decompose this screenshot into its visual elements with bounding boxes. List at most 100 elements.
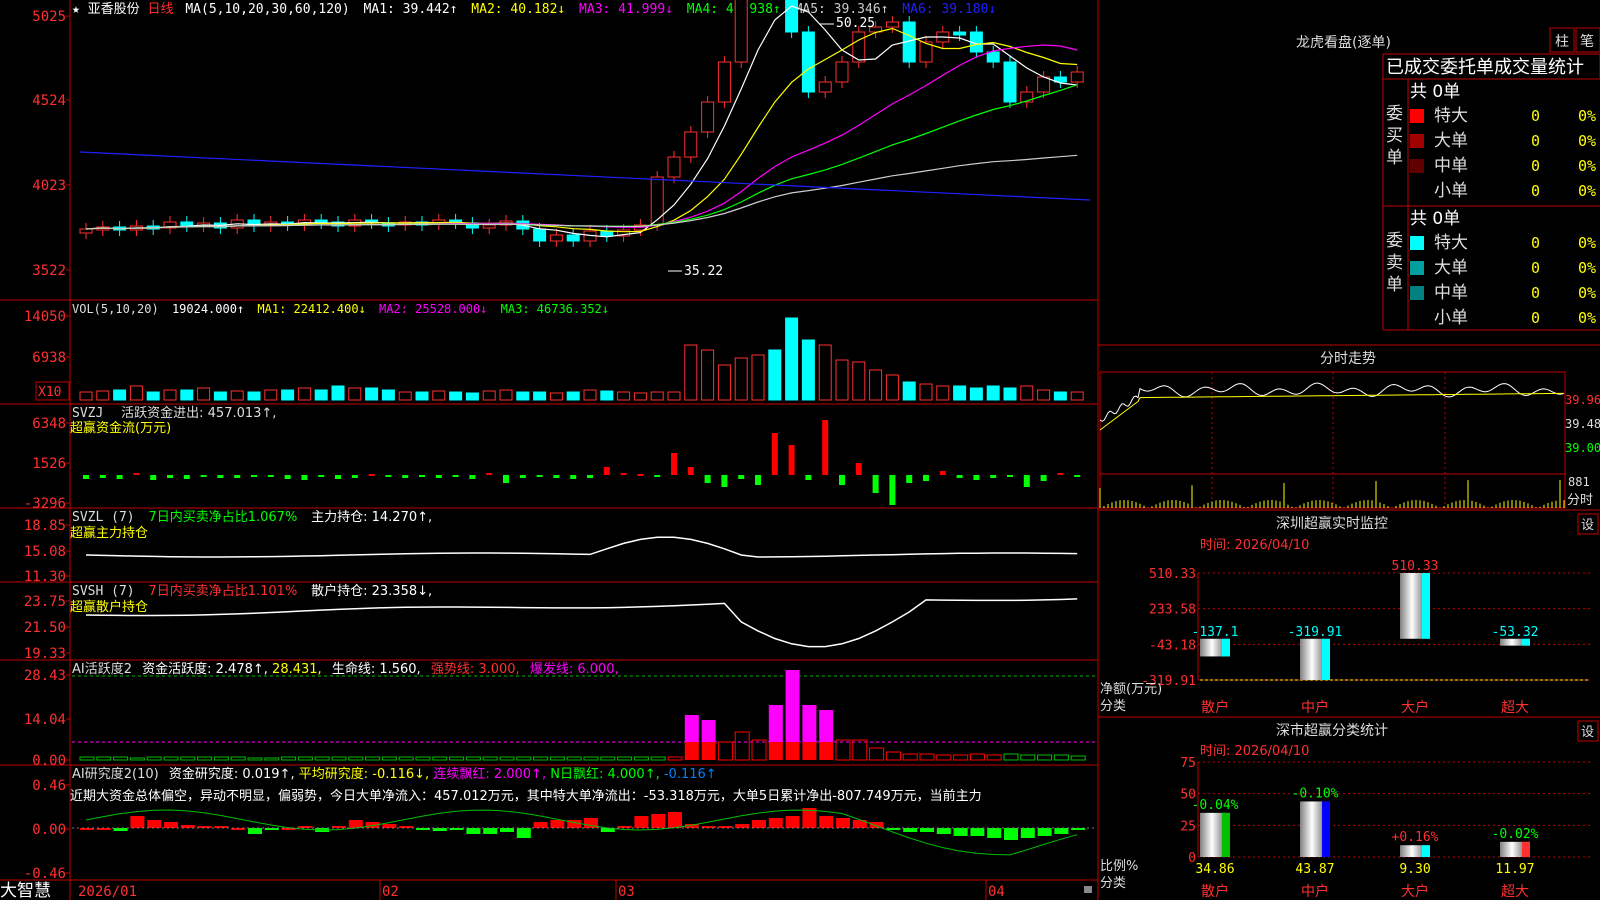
date-label-3: 04 [988, 884, 1005, 900]
lock-icon[interactable] [1084, 886, 1092, 893]
sz-monitor-ytick: 233.58 [1149, 603, 1196, 618]
ai1-bar [717, 741, 733, 761]
svzj-bar [738, 475, 745, 479]
main-chart[interactable]: 5025 4524 4023 3522 ★ 亚香股份 日线 MA(5,10,20,30… [0, 0, 1600, 900]
y-tick-label: 15.08 [24, 544, 66, 560]
ma-line [85, 84, 1078, 230]
ai2-bar [449, 828, 464, 830]
vol-bar [768, 349, 782, 401]
ai2-bar [617, 826, 632, 828]
ai2-bar [432, 828, 447, 831]
ai1-bar [1053, 754, 1069, 761]
sell-row-count: 0 [1531, 234, 1540, 252]
ai1-bar [902, 753, 918, 761]
vol-bar [331, 385, 345, 401]
sz-class-bar-edge [1222, 812, 1230, 857]
ai1-bar-burst [701, 720, 716, 742]
ai1-burst: 爆发线: 6.000, [530, 661, 619, 677]
ai1-bar [1003, 753, 1019, 761]
sz-monitor-settings-label: 设 [1581, 518, 1594, 533]
svsh-ratio: 7日内买卖净占比1.101% [148, 583, 297, 599]
svzj-bar [435, 475, 442, 478]
sz-monitor-bar-edge [1322, 638, 1330, 680]
ai1-bar [852, 739, 868, 761]
svzj-bar [1074, 475, 1081, 477]
vol-bars [79, 317, 1084, 401]
buy-total: 共 0单 [1410, 82, 1460, 102]
sz-monitor-ytick: 510.33 [1149, 567, 1196, 582]
candle [953, 31, 967, 36]
ai2-bar [920, 828, 934, 832]
ai2-bar [466, 828, 481, 834]
ma-line [85, 5, 1078, 238]
svzj-bar [200, 475, 207, 477]
svzj-bar [822, 420, 829, 475]
ai1-bar [835, 739, 851, 761]
vol-bar [449, 391, 463, 401]
bar-mode-label: 柱 [1555, 34, 1569, 50]
svzj-value: 活跃资金进出: 457.013↑, [121, 405, 276, 421]
candle [180, 221, 194, 227]
y-tick-label: 0.46 [32, 778, 66, 794]
ai1-bar [213, 756, 229, 761]
svzj-bar [368, 474, 375, 476]
candle [650, 176, 664, 226]
ai1-bars [79, 670, 1086, 761]
vol-bar [247, 391, 261, 401]
ai2-bar [130, 816, 145, 828]
svzj-bar [855, 463, 862, 475]
y-tick-label: 5025 [32, 9, 66, 25]
svzj-bar [570, 475, 577, 479]
candle [533, 228, 547, 242]
y-tick-label: 3522 [32, 263, 66, 279]
sell-orders: 委卖单 共 0单特大 0 0% 大单 0 0% 中单 0 0% 小单 0 0% [1386, 209, 1596, 328]
ai2-bar [651, 814, 666, 828]
svzl-line-path [85, 536, 1078, 558]
vol-bar [129, 385, 143, 401]
sz-monitor-bar-edge [1422, 573, 1430, 639]
ai2-bar [164, 822, 178, 828]
sz-monitor-chart: 510.33233.58-43.18-319.91-137.1散户-319.91… [1141, 559, 1590, 716]
ai2-line [85, 809, 1078, 856]
ai1-header: AI活跃度2 资金活跃度: 2.478↑, 28.431, 生命线: 1.560… [72, 661, 619, 677]
date-label-1: 02 [382, 884, 399, 900]
ai2-comment: 近期大资金总体偏空，异动不明显，偏弱势，今日大单净流入：457.012万元，其中… [70, 788, 982, 804]
svsh-name: SVSH (7) [72, 584, 135, 599]
vol-unit: X10 [38, 385, 61, 400]
sz-class-bar-edge [1522, 841, 1530, 857]
ma1-value: MA1: 39.442↑ [364, 2, 458, 17]
ai1-bar [398, 756, 414, 761]
candle [801, 31, 815, 93]
svzj-bar [419, 475, 425, 477]
ai1-bar [197, 756, 213, 761]
ai1-bar [516, 756, 532, 761]
sz-class-change-label: -0.04% [1192, 798, 1239, 813]
svzj-bar [687, 467, 694, 475]
sz-monitor-category: 超大 [1501, 700, 1529, 716]
sz-monitor-ytick: -43.18 [1149, 638, 1196, 653]
svsh-subtitle: 超赢散户持仓 [70, 599, 148, 615]
buy-row-label: 中单 [1434, 156, 1468, 176]
ai1-bar [566, 756, 582, 761]
sz-class-value-label: 34.86 [1195, 862, 1234, 877]
ai2-bar [197, 826, 212, 828]
ai1-bar [381, 756, 397, 761]
sell-color-swatch [1410, 286, 1424, 300]
vol-label: VOL(5,10,20) [72, 302, 159, 316]
vol-bar [902, 381, 916, 401]
svzj-bar [267, 475, 274, 477]
vol-bar [684, 344, 698, 401]
svzj-bar [318, 475, 325, 477]
ai1-bar [785, 742, 800, 760]
ai2-bar [248, 828, 262, 834]
vol-bar [348, 387, 362, 401]
svzl-ratio: 7日内买卖净占比1.067% [148, 509, 297, 525]
svzj-bar [284, 475, 291, 479]
ai1-bar [129, 757, 145, 761]
ai1-bar [684, 742, 699, 760]
ai1-bar [1020, 754, 1036, 761]
ai2-bars [72, 808, 1096, 856]
svzj-bar [519, 475, 526, 478]
vol-bar [919, 383, 933, 401]
sell-row-pct: 0% [1578, 309, 1596, 327]
